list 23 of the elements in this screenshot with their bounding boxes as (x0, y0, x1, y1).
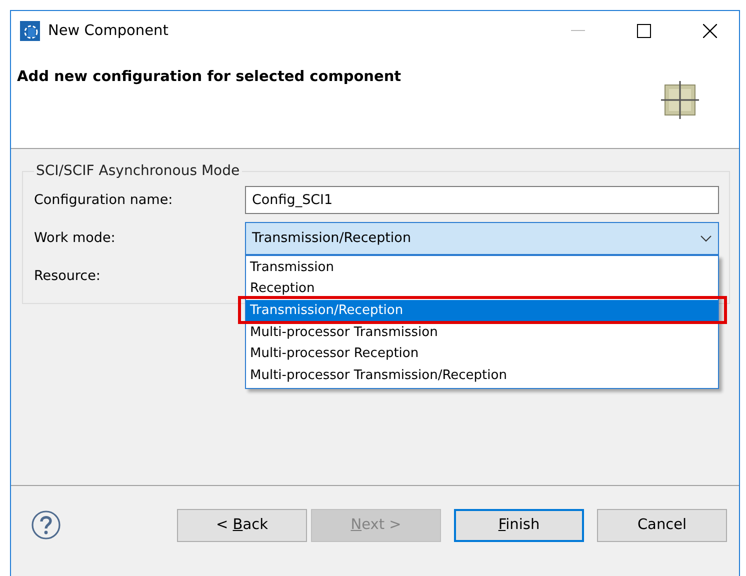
dropdown-option[interactable]: Multi-processor Reception (246, 343, 718, 365)
work-mode-dropdown[interactable]: Transmission/Reception (245, 222, 719, 254)
configuration-name-field[interactable]: Config_SCI1 (245, 186, 719, 214)
chevron-down-icon (700, 234, 712, 242)
dropdown-option[interactable]: Multi-processor Transmission/Reception (246, 364, 718, 387)
group-title: SCI/SCIF Asynchronous Mode (35, 163, 241, 179)
maximize-icon[interactable] (637, 24, 651, 38)
dropdown-option[interactable]: Reception (246, 278, 718, 300)
dropdown-option[interactable]: Transmission/Reception (246, 300, 718, 322)
dialog-button[interactable]: Finish (454, 508, 584, 542)
header-title: Add new configuration for selected component (16, 68, 402, 87)
grid-icon (661, 81, 699, 119)
dialog-button[interactable]: Cancel (597, 508, 727, 542)
field-label: Work mode: (34, 230, 116, 246)
app-icon (20, 21, 40, 41)
dialog-button[interactable]: < Back (177, 508, 307, 542)
dropdown-option[interactable]: Transmission (246, 256, 718, 278)
field-label: Configuration name: (34, 192, 174, 208)
window-title: New Component (48, 23, 168, 39)
dropdown-option[interactable]: Multi-processor Transmission (246, 322, 718, 344)
close-icon[interactable] (703, 24, 717, 38)
field-label: Resource: (34, 268, 102, 284)
help-icon[interactable] (31, 510, 61, 540)
